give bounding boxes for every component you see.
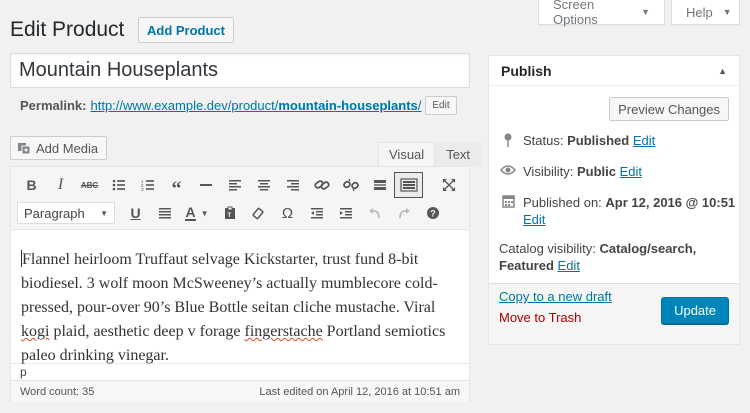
- bold-icon[interactable]: B: [17, 172, 46, 198]
- indent-icon[interactable]: [331, 200, 360, 226]
- calendar-icon: [499, 194, 517, 208]
- page-title: Edit Product: [10, 18, 125, 41]
- copy-to-draft-link[interactable]: Copy to a new draft: [499, 289, 612, 304]
- undo-icon[interactable]: [360, 200, 389, 226]
- horizontal-line-icon[interactable]: [191, 172, 220, 198]
- justify-icon[interactable]: [150, 200, 179, 226]
- caret-down-icon: ▼: [722, 7, 732, 17]
- toolbar-row-1: B I ABC 123 “: [17, 171, 463, 199]
- text-color-icon[interactable]: A ▼: [179, 200, 215, 226]
- catalog-visibility-row: Catalog visibility: Catalog/search, Featu…: [499, 240, 696, 274]
- eye-icon: [499, 164, 517, 176]
- svg-text:?: ?: [430, 209, 436, 219]
- edit-date-link[interactable]: Edit: [523, 212, 545, 227]
- screen-options-label: Screen Options: [553, 0, 598, 27]
- publishing-actions: Copy to a new draft Move to Trash Update: [489, 283, 739, 344]
- content-editor: B I ABC 123 “ Paragraph ▼ U A ▼ T Ω ? Fl…: [10, 166, 470, 402]
- permalink-link[interactable]: http://www.example.dev/product/mountain-…: [90, 98, 421, 113]
- numbered-list-icon[interactable]: 123: [133, 172, 162, 198]
- special-character-icon[interactable]: Ω: [273, 200, 302, 226]
- add-media-button[interactable]: Add Media: [10, 136, 108, 160]
- svg-text:T: T: [227, 213, 231, 219]
- visibility-label: Visibility:: [523, 164, 574, 179]
- visibility-row: Visibility: Public Edit: [499, 164, 642, 179]
- editor-mode-tabs: Visual Text: [378, 142, 482, 166]
- remove-link-icon[interactable]: [336, 172, 365, 198]
- read-more-icon[interactable]: [365, 172, 394, 198]
- underline-icon[interactable]: U: [121, 200, 150, 226]
- pin-icon: [499, 133, 517, 147]
- status-row: Status: Published Edit: [499, 133, 655, 148]
- content-text-1: Flannel heirloom Truffaut selvage Kickst…: [21, 251, 438, 316]
- status-value: Published: [567, 133, 630, 148]
- format-select[interactable]: Paragraph ▼: [17, 202, 115, 224]
- editor-toolbar: B I ABC 123 “ Paragraph ▼ U A ▼ T Ω ?: [11, 167, 469, 230]
- publish-title: Publish: [501, 62, 552, 79]
- align-center-icon[interactable]: [249, 172, 278, 198]
- edit-visibility-link[interactable]: Edit: [620, 164, 642, 179]
- screen-options-button[interactable]: Screen Options ▼: [538, 0, 665, 27]
- content-text-2: plaid, aesthetic deep v forage: [49, 323, 245, 340]
- svg-text:3: 3: [141, 187, 144, 192]
- fullscreen-icon[interactable]: [434, 172, 463, 198]
- clear-formatting-icon[interactable]: [244, 200, 273, 226]
- preview-changes-button[interactable]: Preview Changes: [609, 97, 729, 121]
- visibility-value: Public: [576, 164, 616, 179]
- permalink-row: Permalink: http://www.example.dev/produc…: [20, 96, 457, 115]
- help-circle-icon[interactable]: ?: [418, 200, 447, 226]
- caret-down-icon: ▼: [641, 7, 650, 17]
- catalog-value-2: Featured: [499, 258, 554, 273]
- content-text-misspelled-2: fingerstache: [244, 323, 323, 340]
- add-media-label: Add Media: [36, 140, 99, 156]
- publish-box: Publish ▲ Preview Changes Status: Publis…: [488, 55, 740, 345]
- permalink-label: Permalink:: [20, 98, 87, 113]
- paste-text-icon[interactable]: T: [215, 200, 244, 226]
- outdent-icon[interactable]: [302, 200, 331, 226]
- catalog-label: Catalog visibility:: [499, 241, 596, 256]
- screen-meta-links: Screen Options ▼ Help ▼: [538, 0, 740, 27]
- strikethrough-icon[interactable]: ABC: [75, 172, 104, 198]
- tab-text[interactable]: Text: [435, 142, 482, 166]
- add-product-button[interactable]: Add Product: [138, 17, 234, 43]
- product-title-input[interactable]: Mountain Houseplants: [10, 53, 470, 88]
- insert-link-icon[interactable]: [307, 172, 336, 198]
- collapse-arrow-icon[interactable]: ▲: [718, 66, 727, 76]
- word-count: Word count: 35: [20, 385, 95, 398]
- help-button[interactable]: Help ▼: [671, 0, 740, 25]
- toolbar-toggle-icon[interactable]: [394, 172, 423, 198]
- help-label: Help: [686, 4, 713, 20]
- blockquote-icon[interactable]: “: [162, 172, 191, 199]
- move-to-trash-link[interactable]: Move to Trash: [499, 310, 581, 325]
- catalog-value-1: Catalog/search,: [599, 241, 697, 256]
- edit-status-link[interactable]: Edit: [633, 133, 655, 148]
- align-right-icon[interactable]: [278, 172, 307, 198]
- published-label: Published on:: [523, 195, 602, 210]
- published-on-row: Published on: Apr 12, 2016 @ 10:51 Edit: [499, 194, 735, 228]
- update-button[interactable]: Update: [661, 297, 729, 324]
- media-icon: [18, 143, 31, 155]
- format-select-value: Paragraph: [24, 205, 85, 221]
- tab-visual[interactable]: Visual: [378, 142, 436, 166]
- published-value: Apr 12, 2016 @ 10:51: [605, 195, 736, 210]
- last-edited: Last edited on April 12, 2016 at 10:51 a…: [259, 385, 460, 398]
- edit-catalog-link[interactable]: Edit: [558, 258, 580, 273]
- toolbar-row-2: Paragraph ▼ U A ▼ T Ω ?: [17, 199, 463, 227]
- redo-icon[interactable]: [389, 200, 418, 226]
- italic-icon[interactable]: I: [46, 172, 75, 198]
- editor-content-area[interactable]: Flannel heirloom Truffaut selvage Kickst…: [11, 230, 469, 364]
- content-text-misspelled-1: kogi: [21, 323, 50, 340]
- bullet-list-icon[interactable]: [104, 172, 133, 198]
- status-label: Status:: [523, 133, 564, 148]
- edit-permalink-button[interactable]: Edit: [425, 96, 457, 115]
- publish-box-header[interactable]: Publish ▲: [489, 56, 739, 86]
- caret-down-icon: ▼: [100, 208, 108, 218]
- editor-status-bar: Word count: 35 Last edited on April 12, …: [11, 380, 469, 402]
- align-left-icon[interactable]: [220, 172, 249, 198]
